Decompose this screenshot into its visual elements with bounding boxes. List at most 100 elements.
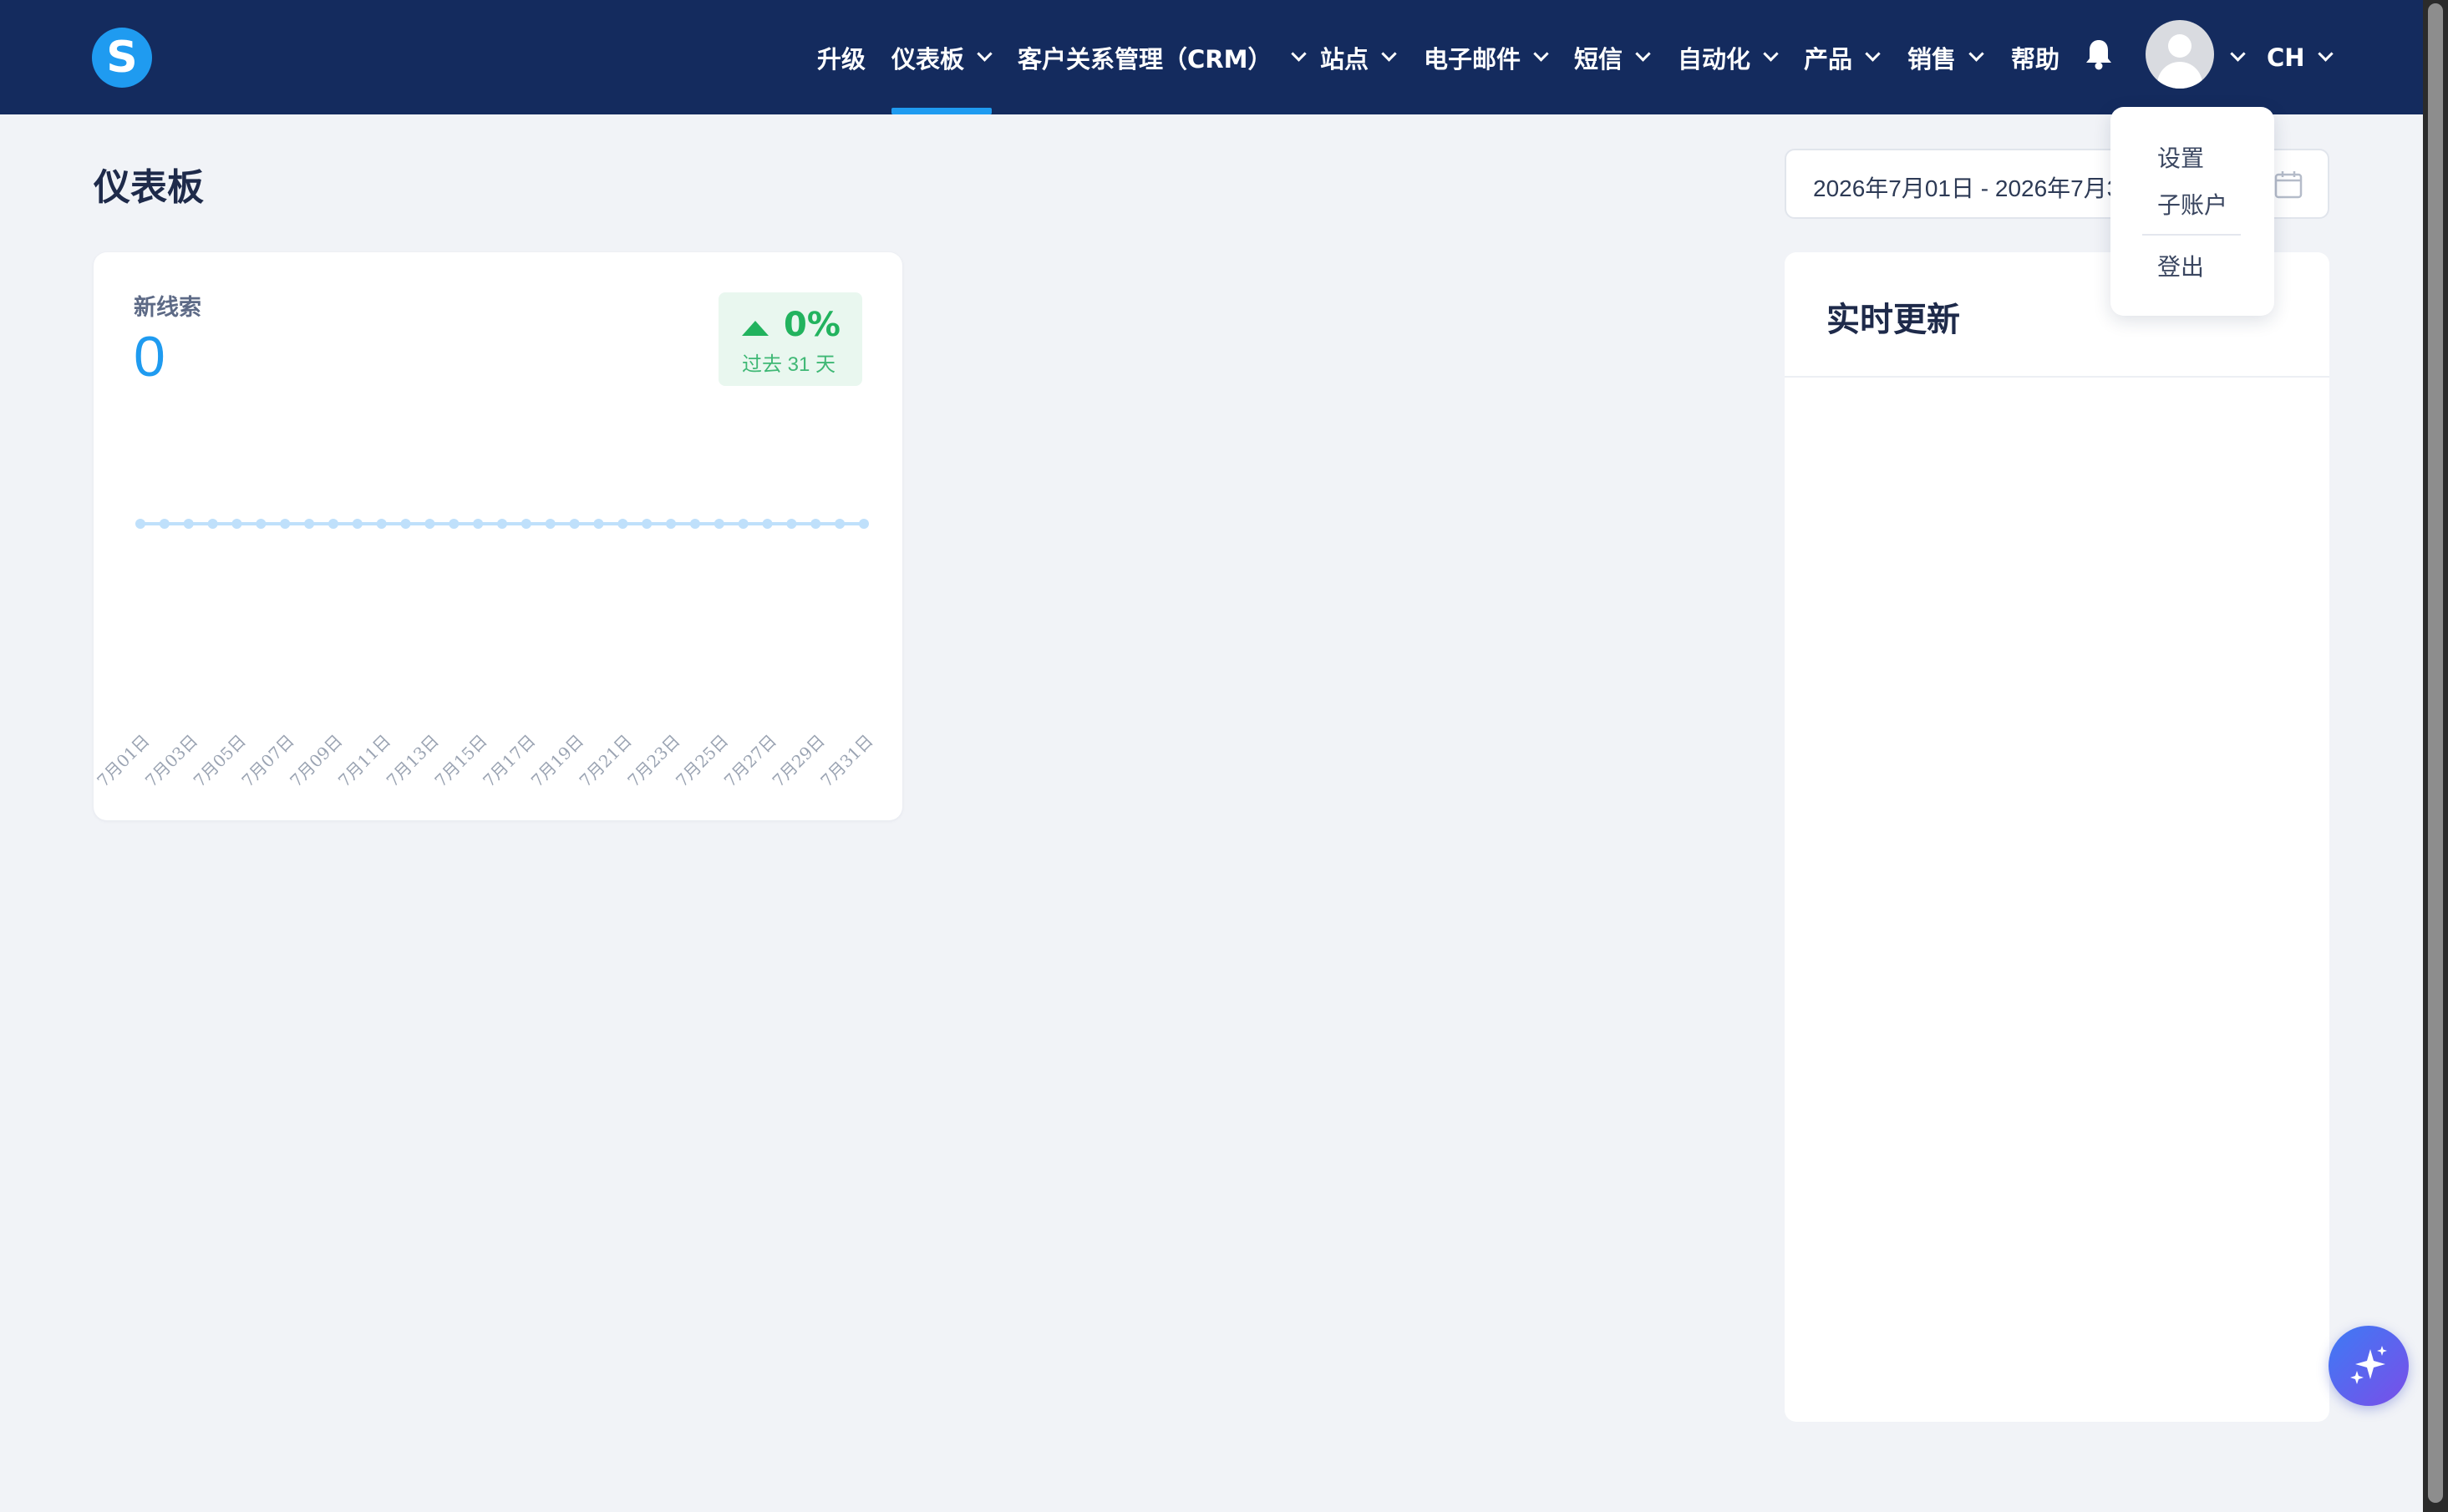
nav-item-sms[interactable]: 短信 bbox=[1574, 0, 1651, 114]
chevron-down-icon bbox=[2317, 46, 2334, 62]
chart-point[interactable] bbox=[714, 519, 724, 529]
chevron-down-icon bbox=[1291, 46, 1308, 62]
chart-point[interactable] bbox=[762, 519, 773, 529]
realtime-title: 实时更新 bbox=[1826, 301, 1960, 339]
chart-point[interactable] bbox=[859, 519, 869, 529]
page-scrollbar[interactable] bbox=[2423, 0, 2448, 1512]
chart-point[interactable] bbox=[424, 519, 435, 529]
chevron-down-icon bbox=[1763, 46, 1779, 62]
chart-point[interactable] bbox=[280, 519, 291, 529]
ai-assistant-button[interactable] bbox=[2329, 1326, 2409, 1406]
chart-point[interactable] bbox=[449, 519, 460, 529]
chart-point[interactable] bbox=[256, 519, 267, 529]
chart-point[interactable] bbox=[738, 519, 749, 529]
scrollbar-thumb[interactable] bbox=[2428, 3, 2443, 1503]
x-tick-label: 7月29日 bbox=[769, 731, 829, 791]
page-title: 仪表板 bbox=[94, 166, 204, 209]
realtime-updates-panel: 实时更新 bbox=[1785, 252, 2329, 1422]
new-leads-card: 新线索 0 0% 过去 31 天 7月01日 7月03日 7月05日 7月07日 7月0… bbox=[94, 252, 902, 820]
nav-item-products[interactable]: 产品 bbox=[1804, 0, 1881, 114]
chart-point[interactable] bbox=[328, 519, 338, 529]
nav-item-upgrade[interactable]: 升级 bbox=[817, 0, 866, 114]
chevron-down-icon bbox=[1968, 46, 1984, 62]
nav-item-label: 销售 bbox=[1907, 44, 1957, 74]
chevron-down-icon bbox=[1865, 46, 1881, 62]
avatar-body bbox=[2157, 62, 2202, 89]
nav-item-label: 自动化 bbox=[1678, 44, 1751, 74]
avatar-head bbox=[2168, 34, 2192, 58]
nav-item-label: 仪表板 bbox=[891, 44, 965, 74]
x-tick-label: 7月21日 bbox=[576, 731, 636, 791]
chart-point[interactable] bbox=[617, 519, 628, 529]
chart-point[interactable] bbox=[159, 519, 170, 529]
chart-point[interactable] bbox=[207, 519, 218, 529]
chart-point[interactable] bbox=[135, 519, 145, 529]
menu-item-settings[interactable]: 设置 bbox=[2157, 140, 2204, 174]
x-tick-label: 7月27日 bbox=[720, 731, 780, 791]
chart-point[interactable] bbox=[497, 519, 507, 529]
menu-item-logout[interactable]: 登出 bbox=[2157, 249, 2204, 282]
nav-item-label: 站点 bbox=[1320, 44, 1369, 74]
user-avatar[interactable] bbox=[2146, 20, 2214, 89]
chart-point[interactable] bbox=[304, 519, 315, 529]
chart-point[interactable] bbox=[521, 519, 531, 529]
chevron-down-icon bbox=[1381, 46, 1397, 62]
nav-item-label: 产品 bbox=[1804, 44, 1853, 74]
chart-point[interactable] bbox=[569, 519, 580, 529]
chart-point[interactable] bbox=[835, 519, 846, 529]
x-tick-label: 7月19日 bbox=[527, 731, 587, 791]
chart-point[interactable] bbox=[689, 519, 700, 529]
bell-icon[interactable] bbox=[2084, 38, 2114, 71]
sparkles-icon bbox=[2350, 1346, 2387, 1384]
x-tick-label: 7月09日 bbox=[286, 731, 346, 791]
nav-item-label: 客户关系管理（CRM） bbox=[1018, 44, 1272, 74]
chart-point[interactable] bbox=[642, 519, 653, 529]
menu-divider bbox=[2142, 234, 2241, 236]
top-navigation-bar: S 升级 仪表板 客户关系管理（CRM） 站点 电子邮件 短信 自动化 产品 销… bbox=[0, 0, 2423, 114]
chart-point[interactable] bbox=[545, 519, 556, 529]
x-tick-label: 7月03日 bbox=[141, 731, 201, 791]
nav-item-label: 短信 bbox=[1574, 44, 1623, 74]
chart-point[interactable] bbox=[352, 519, 363, 529]
menu-item-subaccount[interactable]: 子账户 bbox=[2157, 187, 2227, 221]
chart-point[interactable] bbox=[376, 519, 387, 529]
language-selector[interactable]: CH bbox=[2267, 0, 2334, 114]
nav-item-label: 升级 bbox=[817, 44, 866, 74]
x-tick-label: 7月01日 bbox=[94, 731, 154, 791]
x-tick-label: 7月05日 bbox=[190, 731, 250, 791]
chevron-down-icon bbox=[977, 46, 993, 62]
x-tick-label: 7月17日 bbox=[479, 731, 539, 791]
nav-item-crm[interactable]: 客户关系管理（CRM） bbox=[1018, 0, 1308, 114]
x-tick-label: 7月31日 bbox=[816, 731, 876, 791]
nav-item-automation[interactable]: 自动化 bbox=[1678, 0, 1779, 114]
nav-item-dashboard[interactable]: 仪表板 bbox=[891, 0, 993, 114]
calendar-icon bbox=[2274, 171, 2303, 199]
x-tick-label: 7月23日 bbox=[623, 731, 683, 791]
x-tick-label: 7月13日 bbox=[383, 731, 443, 791]
chevron-down-icon bbox=[1635, 46, 1651, 62]
avatar-menu-toggle[interactable] bbox=[2214, 0, 2246, 114]
nav-item-label: 电子邮件 bbox=[1424, 44, 1521, 74]
chart-point[interactable] bbox=[231, 519, 242, 529]
chart-point[interactable] bbox=[400, 519, 411, 529]
nav-item-help[interactable]: 帮助 bbox=[2011, 0, 2059, 114]
chart-point[interactable] bbox=[810, 519, 821, 529]
chevron-down-icon bbox=[2230, 46, 2246, 62]
chart-point[interactable] bbox=[786, 519, 797, 529]
chart-point[interactable] bbox=[666, 519, 677, 529]
x-tick-label: 7月25日 bbox=[672, 731, 732, 791]
x-tick-label: 7月07日 bbox=[237, 731, 297, 791]
new-leads-chart: 7月01日7月03日7月05日7月07日7月09日7月11日7月13日7月15日… bbox=[94, 519, 877, 791]
language-label: CH bbox=[2267, 43, 2305, 72]
user-menu-dropdown: 设置 子账户 登出 bbox=[2110, 107, 2274, 316]
chart-point[interactable] bbox=[593, 519, 604, 529]
nav-item-sites[interactable]: 站点 bbox=[1320, 0, 1397, 114]
chart-point[interactable] bbox=[473, 519, 484, 529]
nav-item-label: 帮助 bbox=[2011, 44, 2060, 74]
x-tick-label: 7月11日 bbox=[334, 731, 394, 791]
nav-item-sales[interactable]: 销售 bbox=[1907, 0, 1984, 114]
nav-item-email[interactable]: 电子邮件 bbox=[1424, 0, 1549, 114]
nav-active-indicator bbox=[891, 108, 992, 114]
x-tick-label: 7月15日 bbox=[430, 731, 490, 791]
chart-point[interactable] bbox=[183, 519, 194, 529]
